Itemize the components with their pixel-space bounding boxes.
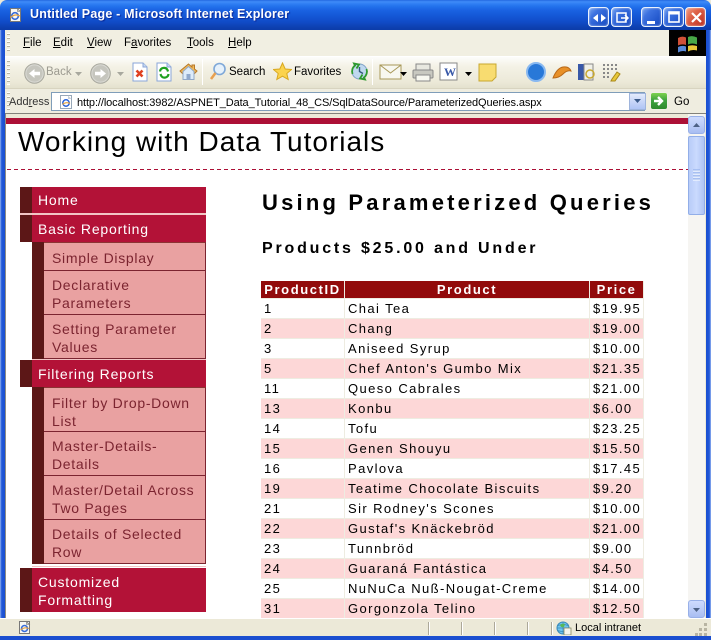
svg-text:W: W bbox=[444, 65, 456, 79]
